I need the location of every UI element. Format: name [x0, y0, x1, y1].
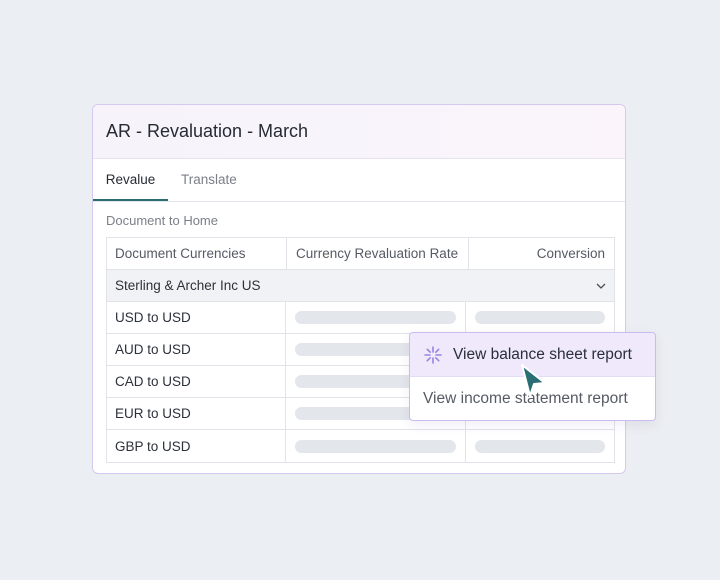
- column-header-conversion: Conversion: [536, 246, 605, 261]
- group-row-entity[interactable]: Sterling & Archer Inc US: [107, 270, 614, 302]
- loading-skeleton: [475, 439, 605, 453]
- loading-skeleton: [294, 439, 456, 453]
- sparkle-icon: [424, 345, 442, 364]
- tab-revalue[interactable]: Revalue: [93, 159, 168, 201]
- menu-item-label: View balance sheet report: [453, 345, 632, 363]
- group-label: Sterling & Archer Inc US: [115, 278, 261, 293]
- loading-skeleton: [294, 311, 456, 324]
- currency-pair: CAD to USD: [107, 366, 286, 397]
- column-header-revaluation-rate: Currency Revaluation Rate: [287, 238, 469, 269]
- currency-pair: GBP to USD: [107, 430, 286, 462]
- tab-translate[interactable]: Translate: [181, 159, 237, 201]
- card-title: AR - Revaluation - March: [106, 121, 309, 141]
- mouse-cursor-icon: [521, 364, 546, 397]
- table-row: GBP to USD: [107, 430, 614, 462]
- currency-pair: AUD to USD: [107, 334, 286, 365]
- card-header: AR - Revaluation - March: [93, 105, 625, 159]
- currency-pair: EUR to USD: [107, 398, 286, 429]
- table-header-row: Document Currencies Currency Revaluation…: [107, 238, 614, 270]
- loading-skeleton: [475, 311, 605, 324]
- table-row: USD to USD: [107, 302, 614, 334]
- chevron-down-icon[interactable]: [596, 281, 606, 291]
- conversion-cell: [466, 430, 614, 462]
- rate-cell: [286, 302, 466, 333]
- conversion-cell: [466, 302, 614, 333]
- column-header-document-currencies: Document Currencies: [107, 238, 287, 269]
- tab-bar: Revalue Translate: [93, 159, 625, 202]
- rate-cell: [286, 430, 466, 462]
- currency-pair: USD to USD: [107, 302, 286, 333]
- section-label: Document to Home: [106, 213, 218, 228]
